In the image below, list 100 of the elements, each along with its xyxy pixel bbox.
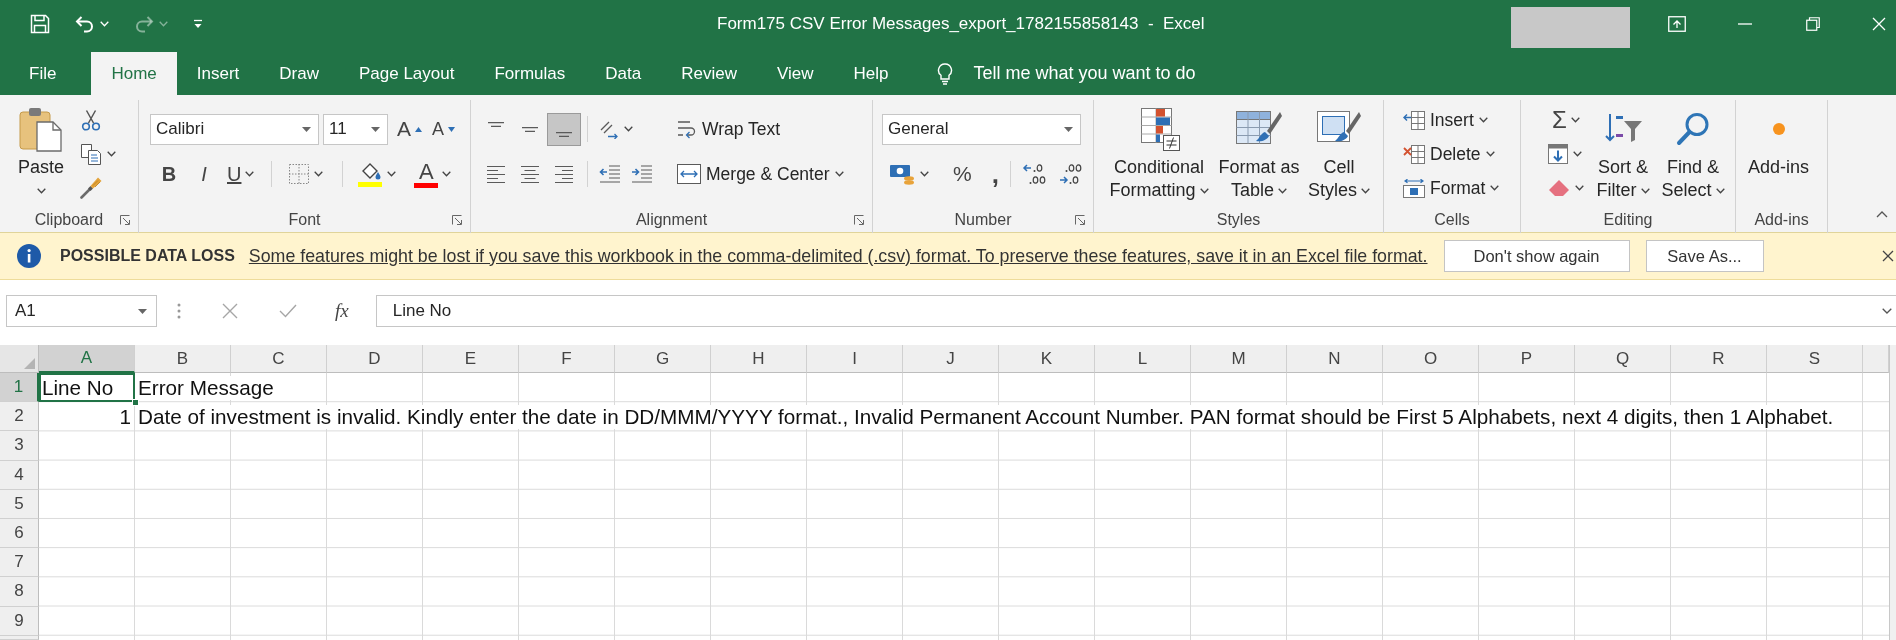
row-header[interactable]: 5: [0, 489, 39, 519]
caret-down-icon: [1575, 185, 1584, 191]
delete-cells-button[interactable]: Delete: [1398, 138, 1505, 170]
autosum-button[interactable]: Σ: [1543, 104, 1589, 136]
comma-style-button[interactable]: ,: [986, 158, 1004, 190]
column-header[interactable]: B: [135, 345, 231, 373]
info-icon: [17, 244, 41, 268]
scissors-icon: [80, 109, 103, 131]
column-header[interactable]: C: [231, 345, 327, 373]
column-header[interactable]: N: [1287, 345, 1383, 373]
ribbon-tab[interactable]: View: [756, 52, 834, 95]
sort-button[interactable]: Sort & Filter: [1591, 104, 1655, 207]
ribbon-tab[interactable]: Draw: [259, 52, 339, 95]
caret-down-icon: [302, 126, 311, 132]
ribbon-tab[interactable]: Home: [91, 52, 177, 95]
table-styles-button[interactable]: Format as Table: [1214, 104, 1304, 207]
paste-button[interactable]: Paste: [14, 104, 69, 207]
column-header[interactable]: I: [807, 345, 903, 373]
dialog-launcher-icon[interactable]: [120, 215, 130, 225]
insert-function-button[interactable]: fx: [332, 300, 352, 322]
cell-text: Error Message: [138, 376, 274, 401]
caret-down-icon: [1361, 187, 1370, 194]
formula-input[interactable]: Line No: [375, 295, 1896, 327]
caret-down-icon: [107, 151, 117, 157]
column-header[interactable]: A: [39, 345, 135, 373]
row-header[interactable]: 8: [0, 577, 39, 607]
bottom-align-button[interactable]: [547, 112, 581, 146]
font-color-button[interactable]: A: [409, 158, 457, 190]
column-header[interactable]: D: [327, 345, 423, 373]
row-header[interactable]: 9: [0, 606, 39, 636]
ribbon-tab[interactable]: Page Layout: [338, 52, 475, 95]
number-format-dropdown[interactable]: General: [882, 113, 1081, 145]
row-header[interactable]: 6: [0, 518, 39, 549]
column-header[interactable]: G: [615, 345, 711, 373]
insert-cells-button[interactable]: Insert: [1398, 104, 1505, 136]
vertical-scrollbar[interactable]: [1889, 345, 1896, 640]
dialog-launcher-icon[interactable]: [1075, 215, 1085, 225]
column-header[interactable]: L: [1095, 345, 1191, 373]
row-header[interactable]: 3: [0, 431, 39, 461]
conditional-styles-button[interactable]: Conditional Formatting: [1106, 104, 1212, 207]
caret-down-icon: [314, 171, 324, 177]
ribbon-tab[interactable]: Review: [661, 52, 757, 95]
column-header[interactable]: Q: [1575, 345, 1671, 373]
minimize-icon: [1738, 23, 1752, 25]
font-name-dropdown[interactable]: Calibri: [150, 113, 319, 145]
name-box[interactable]: A1: [6, 295, 157, 327]
row-header[interactable]: 4: [0, 460, 39, 490]
caret-down-icon: [1199, 187, 1209, 194]
fill-handle-icon[interactable]: [132, 399, 139, 407]
grow-font-button[interactable]: A: [392, 113, 427, 145]
merge-center-button[interactable]: Merge & Center: [672, 158, 849, 190]
ribbon-display-icon: [1668, 16, 1686, 32]
column-header[interactable]: S: [1767, 345, 1863, 373]
format-cells-button[interactable]: Format: [1398, 172, 1505, 204]
shrink-font-button[interactable]: A: [427, 113, 461, 145]
restore-icon: [1806, 17, 1820, 31]
dialog-launcher-icon[interactable]: [854, 215, 864, 225]
column-header[interactable]: J: [903, 345, 999, 373]
row-header[interactable]: 7: [0, 548, 39, 578]
tell-me-field[interactable]: Tell me what you want to do: [973, 58, 1244, 89]
ribbon-tab[interactable]: Help: [833, 52, 909, 95]
column-header[interactable]: O: [1383, 345, 1479, 373]
ribbon-tab[interactable]: Formulas: [474, 52, 586, 95]
delete-cells-icon: [1403, 144, 1425, 164]
ribbon-tab[interactable]: Data: [585, 52, 662, 95]
column-header[interactable]: M: [1191, 345, 1287, 373]
column-header[interactable]: H: [711, 345, 807, 373]
bold-button[interactable]: B: [154, 158, 184, 190]
find-button[interactable]: Find & Select: [1661, 104, 1725, 207]
collapse-ribbon-icon[interactable]: [1876, 211, 1888, 218]
wrap-text-icon: [677, 119, 697, 139]
cell-styles-button[interactable]: Cell Styles: [1304, 104, 1374, 207]
column-header[interactable]: P: [1479, 345, 1575, 373]
dot-icon: [1772, 123, 1785, 135]
caret-down-icon: [624, 126, 633, 132]
ribbon-tab[interactable]: File: [10, 52, 92, 95]
column-header[interactable]: F: [519, 345, 615, 373]
increase-decimal-icon: [1021, 162, 1048, 186]
italic-button[interactable]: I: [189, 158, 219, 190]
save-as-button[interactable]: Save As...: [1645, 240, 1764, 272]
row-header[interactable]: 2: [0, 402, 39, 432]
ribbon-tab[interactable]: Insert: [176, 52, 260, 95]
add-ins-button[interactable]: Add-ins: [1744, 104, 1814, 207]
wrap-text-button[interactable]: Wrap Text: [672, 113, 786, 145]
font-size-dropdown[interactable]: 11: [323, 113, 388, 145]
column-header[interactable]: K: [999, 345, 1095, 373]
row-header[interactable]: 1: [0, 373, 39, 403]
close-message-button[interactable]: [1882, 250, 1896, 262]
expand-icon[interactable]: [1882, 308, 1892, 314]
dialog-launcher-icon[interactable]: [452, 215, 462, 225]
underline-button[interactable]: U: [222, 158, 260, 190]
copy-icon: [80, 143, 103, 165]
triangle-up-icon: [415, 126, 422, 132]
column-header[interactable]: E: [423, 345, 519, 373]
percent-style-button[interactable]: %: [948, 158, 977, 190]
caret-down-icon: [1064, 126, 1073, 132]
cancel-icon: [222, 303, 238, 319]
column-header[interactable]: R: [1671, 345, 1767, 373]
dismiss-button[interactable]: Don't show again: [1443, 240, 1630, 272]
decrease-decimal-icon: [1057, 162, 1084, 186]
